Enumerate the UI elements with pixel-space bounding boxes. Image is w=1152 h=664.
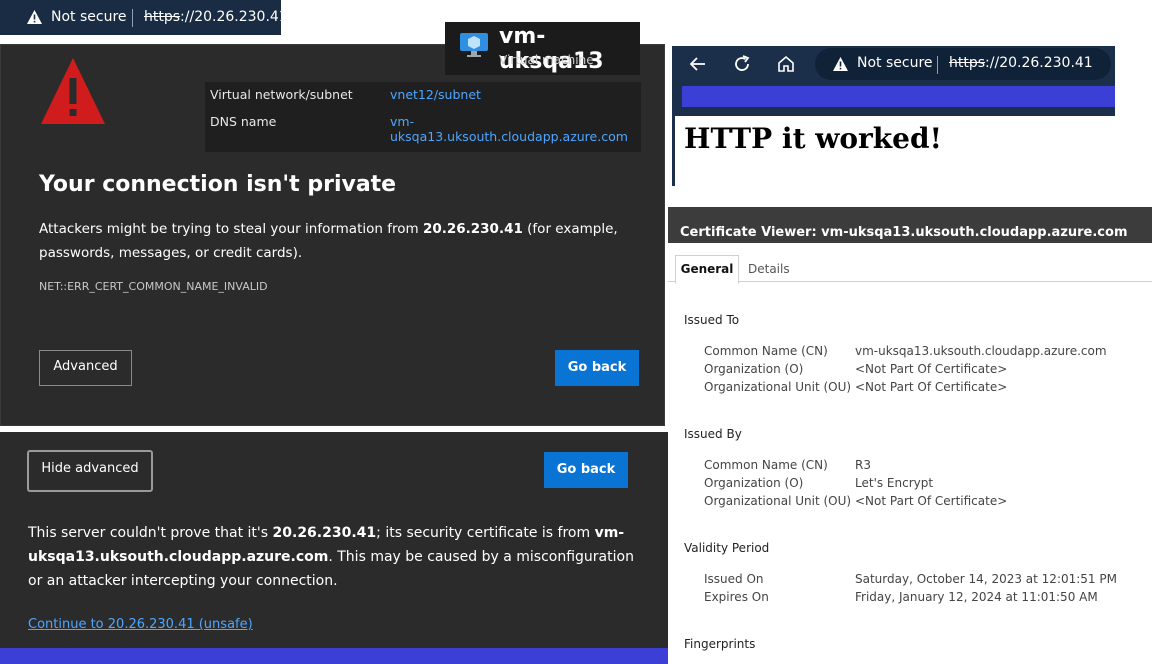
expires-on-label: Expires On — [704, 590, 769, 604]
back-arrow-icon[interactable] — [688, 54, 712, 74]
refresh-icon[interactable] — [732, 54, 756, 74]
url-text[interactable]: https://20.26.230.41 — [949, 55, 1093, 71]
url-divider — [937, 56, 938, 74]
desc-host: 20.26.230.41 — [422, 221, 523, 237]
desc-text: Attackers might be trying to steal your … — [39, 221, 423, 237]
page-accent-bar — [682, 86, 1115, 107]
vm-monitor-icon — [459, 31, 489, 63]
adv-text-mid: ; its security certificate is from — [376, 525, 595, 541]
url-host: ://20.26.230.41 — [985, 55, 1093, 71]
advanced-button[interactable]: Advanced — [39, 350, 132, 386]
bottom-accent-bar — [0, 648, 668, 664]
issued-by-o-value: Let's Encrypt — [855, 476, 934, 490]
advanced-details-panel: Hide advanced Go back This server couldn… — [0, 432, 668, 664]
hide-advanced-button[interactable]: Hide advanced — [27, 450, 153, 492]
warning-triangle-icon — [26, 9, 43, 29]
tab-divider — [668, 281, 1152, 282]
go-back-button[interactable]: Go back — [544, 452, 628, 488]
url-host: ://20.26.230.41 — [180, 9, 288, 25]
certificate-viewer-body: General Details Issued To Common Name (C… — [668, 243, 1152, 664]
issued-on-value: Saturday, October 14, 2023 at 12:01:51 P… — [855, 572, 1117, 586]
not-secure-label[interactable]: Not secure — [51, 9, 127, 25]
page-title: Your connection isn't private — [39, 172, 397, 197]
adv-host: 20.26.230.41 — [272, 525, 377, 541]
issued-to-ou-value: <Not Part Of Certificate> — [855, 380, 1008, 394]
vm-type: Virtual machine — [499, 53, 594, 67]
dns-label: DNS name — [210, 114, 277, 129]
url-divider — [132, 9, 133, 27]
error-code: NET::ERR_CERT_COMMON_NAME_INVALID — [39, 280, 268, 293]
url-text[interactable]: https://20.26.230.41 — [144, 9, 288, 25]
vm-info-table: Virtual network/subnet vnet12/subnet DNS… — [205, 82, 641, 152]
vm-badge: vm-uksqa13 Virtual machine — [445, 22, 640, 75]
issued-to-heading: Issued To — [684, 313, 740, 327]
error-description: Attackers might be trying to steal your … — [39, 217, 639, 265]
issued-by-cn-label: Common Name (CN) — [704, 458, 828, 472]
issued-to-cn-label: Common Name (CN) — [704, 344, 828, 358]
issued-on-label: Issued On — [704, 572, 764, 586]
page-content: HTTP it worked! — [672, 116, 952, 186]
issued-to-o-label: Organization (O) — [704, 362, 804, 376]
dns-link[interactable]: vm-uksqa13.uksouth.cloudapp.azure.com — [390, 114, 641, 144]
issued-to-o-value: <Not Part Of Certificate> — [855, 362, 1008, 376]
validity-heading: Validity Period — [684, 541, 770, 555]
vnet-label: Virtual network/subnet — [210, 87, 353, 102]
certificate-viewer-titlebar: Certificate Viewer: vm-uksqa13.uksouth.c… — [668, 207, 1152, 243]
issued-to-cn-value: vm-uksqa13.uksouth.cloudapp.azure.com — [855, 344, 1107, 358]
issued-by-heading: Issued By — [684, 427, 742, 441]
go-back-button[interactable]: Go back — [555, 350, 639, 386]
warning-triangle-icon — [39, 56, 107, 130]
warning-triangle-icon — [832, 56, 849, 76]
fingerprints-heading: Fingerprints — [684, 637, 756, 651]
issued-to-ou-label: Organizational Unit (OU) — [704, 380, 852, 394]
url-scheme: https — [949, 55, 986, 71]
address-bar[interactable]: Not secure https://20.26.230.41 — [815, 48, 1111, 80]
tab-details[interactable]: Details — [748, 262, 790, 276]
vnet-link[interactable]: vnet12/subnet — [390, 87, 481, 102]
issued-by-o-label: Organization (O) — [704, 476, 804, 490]
advanced-explanation: This server couldn't prove that it's 20.… — [28, 521, 638, 593]
issued-by-ou-value: <Not Part Of Certificate> — [855, 494, 1008, 508]
top-address-bar[interactable]: Not secure https://20.26.230.41 — [0, 0, 288, 35]
expires-on-value: Friday, January 12, 2024 at 11:01:50 AM — [855, 590, 1098, 604]
url-scheme: https — [144, 9, 181, 25]
page-heading: HTTP it worked! — [684, 122, 942, 155]
certificate-viewer-title: Certificate Viewer: vm-uksqa13.uksouth.c… — [680, 225, 1128, 240]
not-secure-label[interactable]: Not secure — [857, 55, 933, 71]
tab-general[interactable]: General — [675, 255, 739, 284]
adv-text: This server couldn't prove that it's — [28, 525, 273, 541]
home-icon[interactable] — [776, 54, 800, 74]
continue-unsafe-link[interactable]: Continue to 20.26.230.41 (unsafe) — [28, 617, 253, 632]
issued-by-ou-label: Organizational Unit (OU) — [704, 494, 852, 508]
issued-by-cn-value: R3 — [855, 458, 871, 472]
browser-toolbar: Not secure https://20.26.230.41 — [672, 46, 1115, 116]
